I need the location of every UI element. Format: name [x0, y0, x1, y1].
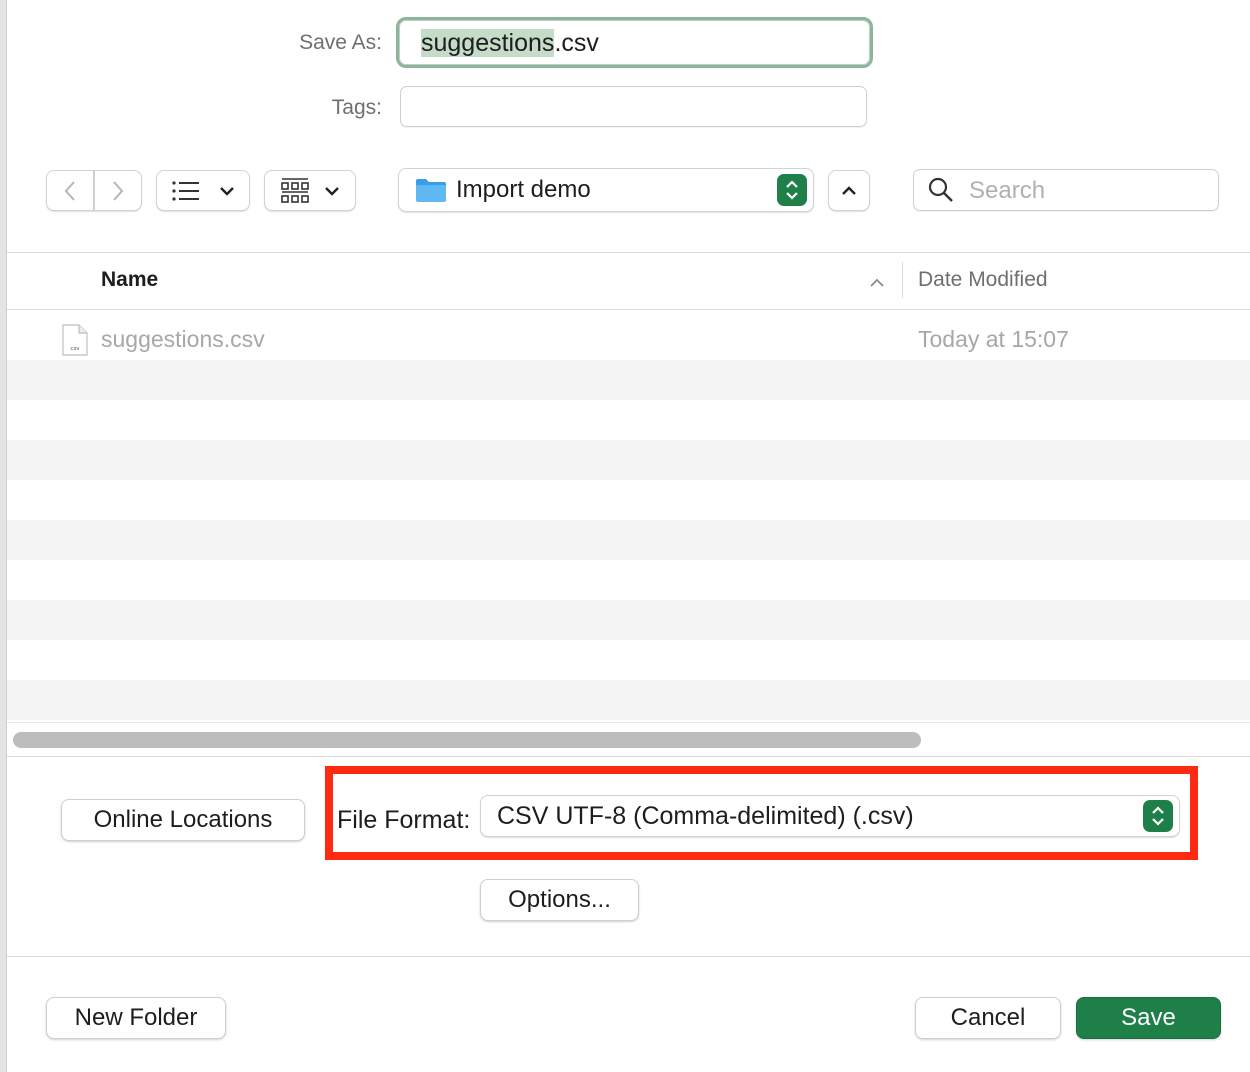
location-popup[interactable]: Import demo — [398, 168, 814, 212]
footer-divider — [7, 956, 1250, 957]
filename-selection: suggestions — [421, 29, 555, 57]
table-row — [7, 640, 1250, 680]
table-row — [7, 360, 1250, 400]
table-row — [7, 480, 1250, 520]
chevron-left-icon — [64, 180, 75, 201]
save-as-input[interactable]: suggestions.csv — [396, 17, 873, 68]
table-row — [7, 560, 1250, 600]
window-edge — [0, 0, 7, 1072]
file-format-popup[interactable]: CSV UTF-8 (Comma-delimited) (.csv) — [480, 795, 1180, 837]
forward-button[interactable] — [94, 170, 142, 211]
chevron-down-icon — [325, 186, 339, 196]
up-down-chevron-icon — [786, 180, 798, 200]
tags-label: Tags: — [331, 96, 382, 119]
options-button[interactable]: Options... — [480, 879, 639, 921]
column-header-name[interactable]: Name — [101, 268, 158, 292]
horizontal-scrollbar[interactable] — [13, 732, 921, 748]
column-header-date-modified[interactable]: Date Modified — [918, 268, 1048, 292]
sort-ascending-icon[interactable] — [869, 278, 885, 288]
file-format-label: File Format: — [337, 806, 471, 834]
list-icon — [172, 180, 199, 201]
save-as-label: Save As: — [299, 31, 382, 54]
file-date: Today at 15:07 — [918, 326, 1069, 352]
save-button[interactable]: Save — [1076, 997, 1221, 1039]
search-placeholder: Search — [969, 177, 1046, 204]
file-format-stepper — [1143, 800, 1173, 832]
tags-input[interactable] — [400, 86, 867, 127]
online-locations-button[interactable]: Online Locations — [61, 799, 305, 841]
csv-icon-label: csv — [70, 346, 80, 352]
list-bottom-divider — [7, 722, 1250, 723]
file-name: suggestions.csv — [101, 326, 265, 352]
back-button[interactable] — [46, 170, 94, 211]
header-divider — [7, 309, 1250, 310]
toolbar-divider — [7, 252, 1250, 253]
chevron-up-icon — [842, 185, 856, 195]
accessory-divider — [7, 756, 1250, 757]
grid-icon — [281, 177, 309, 203]
list-view-button[interactable] — [156, 170, 250, 211]
search-field[interactable]: Search — [913, 169, 1219, 211]
table-row — [7, 440, 1250, 480]
table-row — [7, 400, 1250, 440]
chevron-down-icon — [220, 186, 234, 196]
up-down-chevron-icon — [1152, 806, 1164, 826]
csv-file-icon: csv — [62, 324, 88, 356]
chevron-right-icon — [113, 180, 124, 201]
file-format-value: CSV UTF-8 (Comma-delimited) (.csv) — [497, 801, 914, 830]
table-row — [7, 600, 1250, 640]
table-row — [7, 520, 1250, 560]
column-separator[interactable] — [902, 262, 903, 298]
new-folder-button[interactable]: New Folder — [46, 997, 226, 1039]
location-stepper — [777, 174, 807, 206]
collapse-button[interactable] — [828, 170, 870, 211]
cancel-button[interactable]: Cancel — [915, 997, 1061, 1039]
folder-icon — [416, 179, 446, 202]
location-label: Import demo — [456, 176, 591, 203]
filename-extension: .csv — [554, 29, 599, 57]
search-icon — [928, 177, 953, 202]
save-as-value: suggestions.csv — [421, 29, 599, 58]
group-view-button[interactable] — [264, 170, 356, 211]
table-row — [7, 680, 1250, 720]
